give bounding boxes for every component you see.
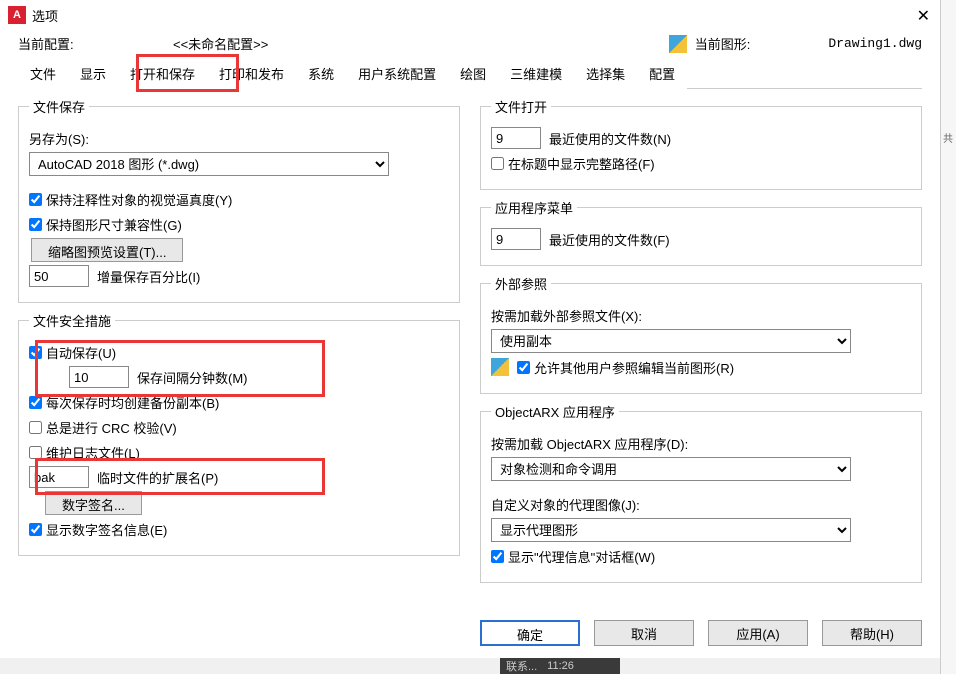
legend-file-safety: 文件安全措施 xyxy=(29,311,115,330)
xref-load-label: 按需加载外部参照文件(X): xyxy=(491,306,642,325)
apply-button[interactable]: 应用(A) xyxy=(708,620,808,646)
cb-crc-input[interactable] xyxy=(29,421,42,434)
legend-file-open: 文件打开 xyxy=(491,97,551,116)
arx-load-label: 按需加载 ObjectARX 应用程序(D): xyxy=(491,434,688,453)
titlebar: A 选项 ✕ xyxy=(0,0,940,30)
group-xref: 外部参照 按需加载外部参照文件(X): 使用副本 允许其他用户参照编辑当前图形(… xyxy=(480,274,922,394)
sidebar-stub xyxy=(940,0,956,674)
group-arx: ObjectARX 应用程序 按需加载 ObjectARX 应用程序(D): 对… xyxy=(480,402,922,583)
saveas-label: 另存为(S): xyxy=(29,129,89,148)
cb-xref-edit[interactable]: 允许其他用户参照编辑当前图形(R) xyxy=(517,358,734,377)
cb-show-sig-input[interactable] xyxy=(29,523,42,536)
cb-anno-visual[interactable]: 保持注释性对象的视觉逼真度(Y) xyxy=(29,190,232,209)
cb-xref-edit-input[interactable] xyxy=(517,361,530,374)
cb-anno-visual-input[interactable] xyxy=(29,193,42,206)
cb-proxy-dlg-input[interactable] xyxy=(491,550,504,563)
tab-3d[interactable]: 三维建模 xyxy=(498,58,574,89)
group-app-menu: 应用程序菜单 最近使用的文件数(F) xyxy=(480,198,922,266)
dwg-icon-small xyxy=(491,358,509,376)
temp-ext-input[interactable] xyxy=(29,466,89,488)
left-column: 文件保存 另存为(S): AutoCAD 2018 图形 (*.dwg) 保持注… xyxy=(18,97,460,583)
autosave-interval-label: 保存间隔分钟数(M) xyxy=(137,368,248,387)
cb-backup-input[interactable] xyxy=(29,396,42,409)
cb-backup[interactable]: 每次保存时均创建备份副本(B) xyxy=(29,393,219,412)
close-icon[interactable]: ✕ xyxy=(917,6,930,26)
autosave-interval-input[interactable] xyxy=(69,366,129,388)
tab-print[interactable]: 打印和发布 xyxy=(207,58,296,89)
cb-log-input[interactable] xyxy=(29,446,42,459)
tab-display[interactable]: 显示 xyxy=(68,58,118,89)
cancel-button[interactable]: 取消 xyxy=(594,620,694,646)
help-button[interactable]: 帮助(H) xyxy=(822,620,922,646)
proxy-select[interactable]: 显示代理图形 xyxy=(491,518,851,542)
cb-autosave[interactable]: 自动保存(U) xyxy=(29,343,116,362)
cb-crc[interactable]: 总是进行 CRC 校验(V) xyxy=(29,418,177,437)
ok-button[interactable]: 确定 xyxy=(480,620,580,646)
footer-buttons: 确定 取消 应用(A) 帮助(H) xyxy=(480,620,922,646)
recent-files-label: 最近使用的文件数(N) xyxy=(549,129,671,148)
tab-open-save[interactable]: 打开和保存 xyxy=(118,58,207,89)
taskbar-stub: 联系...11:26 xyxy=(500,658,620,674)
legend-file-save: 文件保存 xyxy=(29,97,89,116)
drawing-name: Drawing1.dwg xyxy=(828,36,922,51)
profile-row: 当前配置: <<未命名配置>> 当前图形: Drawing1.dwg xyxy=(0,30,940,57)
legend-app-menu: 应用程序菜单 xyxy=(491,198,577,217)
cb-full-path[interactable]: 在标题中显示完整路径(F) xyxy=(491,154,655,173)
app-icon: A xyxy=(8,6,26,24)
cb-autosave-input[interactable] xyxy=(29,346,42,359)
group-file-safety: 文件安全措施 自动保存(U) 保存间隔分钟数(M) 每次保存时均创建备份副本(B… xyxy=(18,311,460,556)
dwg-icon xyxy=(669,35,687,53)
tab-system[interactable]: 系统 xyxy=(296,58,346,89)
tab-user-prefs[interactable]: 用户系统配置 xyxy=(346,58,448,89)
content-area: 文件保存 另存为(S): AutoCAD 2018 图形 (*.dwg) 保持注… xyxy=(0,89,940,591)
cb-show-sig[interactable]: 显示数字签名信息(E) xyxy=(29,520,167,539)
recent-files-input[interactable] xyxy=(491,127,541,149)
tab-selection[interactable]: 选择集 xyxy=(574,58,637,89)
right-column: 文件打开 最近使用的文件数(N) 在标题中显示完整路径(F) 应用程序菜单 最近… xyxy=(480,97,922,583)
window-title: 选项 xyxy=(32,6,58,25)
tab-files[interactable]: 文件 xyxy=(18,58,68,89)
appmenu-recent-input[interactable] xyxy=(491,228,541,250)
inc-save-label: 增量保存百分比(I) xyxy=(97,267,200,286)
cb-proxy-dlg[interactable]: 显示"代理信息"对话框(W) xyxy=(491,547,655,566)
profile-label: 当前配置: xyxy=(18,34,173,53)
appmenu-recent-label: 最近使用的文件数(F) xyxy=(549,230,670,249)
thumbnail-settings-button[interactable]: 缩略图预览设置(T)... xyxy=(31,238,183,262)
saveas-select[interactable]: AutoCAD 2018 图形 (*.dwg) xyxy=(29,152,389,176)
xref-load-select[interactable]: 使用副本 xyxy=(491,329,851,353)
group-file-save: 文件保存 另存为(S): AutoCAD 2018 图形 (*.dwg) 保持注… xyxy=(18,97,460,303)
options-dialog: A 选项 ✕ 当前配置: <<未命名配置>> 当前图形: Drawing1.dw… xyxy=(0,0,940,658)
drawing-label: 当前图形: xyxy=(695,34,751,53)
cb-size-compat[interactable]: 保持图形尺寸兼容性(G) xyxy=(29,215,182,234)
inc-save-input[interactable] xyxy=(29,265,89,287)
digital-sig-button[interactable]: 数字签名... xyxy=(45,491,142,515)
tab-bar: 文件 显示 打开和保存 打印和发布 系统 用户系统配置 绘图 三维建模 选择集 … xyxy=(18,57,922,88)
cb-full-path-input[interactable] xyxy=(491,157,504,170)
proxy-label: 自定义对象的代理图像(J): xyxy=(491,495,640,514)
profile-value: <<未命名配置>> xyxy=(173,34,268,53)
arx-load-select[interactable]: 对象检测和命令调用 xyxy=(491,457,851,481)
temp-ext-label: 临时文件的扩展名(P) xyxy=(97,468,218,487)
cb-size-compat-input[interactable] xyxy=(29,218,42,231)
legend-arx: ObjectARX 应用程序 xyxy=(491,402,619,421)
legend-xref: 外部参照 xyxy=(491,274,551,293)
tab-profiles[interactable]: 配置 xyxy=(637,58,687,89)
group-file-open: 文件打开 最近使用的文件数(N) 在标题中显示完整路径(F) xyxy=(480,97,922,190)
cb-log[interactable]: 维护日志文件(L) xyxy=(29,443,140,462)
tab-drafting[interactable]: 绘图 xyxy=(448,58,498,89)
